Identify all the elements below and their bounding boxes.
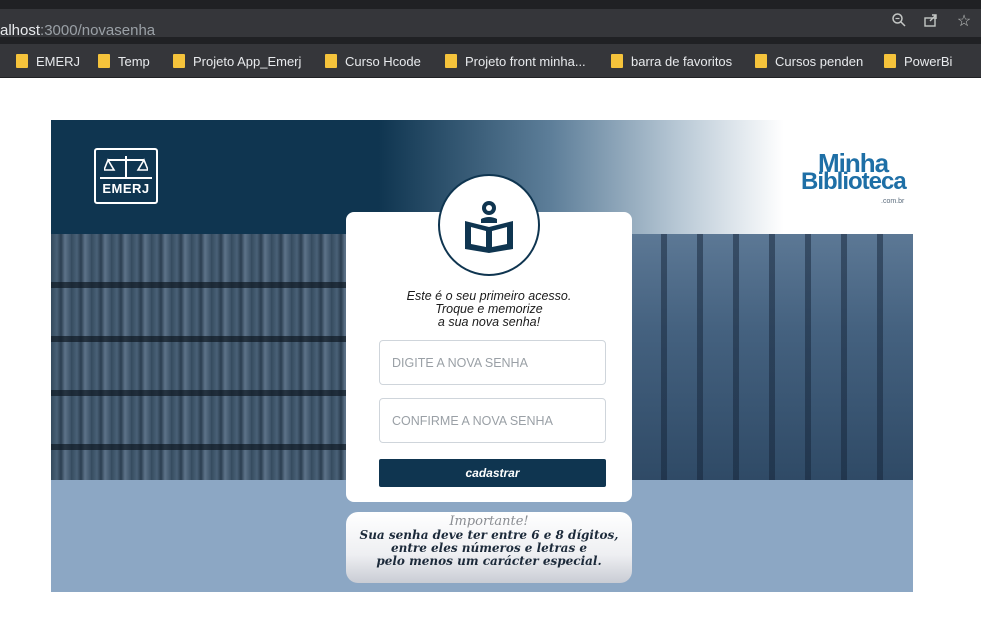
bookmark-projeto-app-emerj[interactable]: Projeto App_Emerj <box>173 52 301 70</box>
address-bar[interactable]: alhost:3000/novasenha <box>0 9 981 39</box>
new-password-input[interactable] <box>379 340 606 385</box>
url-text[interactable]: alhost:3000/novasenha <box>0 22 155 39</box>
folder-icon <box>173 54 185 68</box>
minha-biblioteca-logo: Minha Biblioteca .com.br <box>801 148 907 205</box>
first-access-message: Este é o seu primeiro acesso. Troque e m… <box>406 289 572 329</box>
folder-icon <box>325 54 337 68</box>
zoom-icon[interactable] <box>889 12 909 32</box>
folder-icon <box>445 54 457 68</box>
page-container: EMERJ Minha Biblioteca .com.br Este é o … <box>51 120 913 592</box>
bookmark-projeto-front[interactable]: Projeto front minha... <box>445 52 586 70</box>
building-image <box>631 234 913 480</box>
library-shelves-image <box>51 234 361 480</box>
browser-toolbar: alhost:3000/novasenha ☆ <box>0 0 981 44</box>
folder-icon <box>611 54 623 68</box>
bookmark-temp[interactable]: Temp <box>98 52 150 70</box>
bookmark-powerbi[interactable]: PowerBi <box>884 52 952 70</box>
bookmark-barra-favoritos[interactable]: barra de favoritos <box>611 52 732 70</box>
star-icon[interactable]: ☆ <box>954 12 974 32</box>
folder-icon <box>16 54 28 68</box>
password-form-card: Este é o seu primeiro acesso. Troque e m… <box>346 174 632 502</box>
reader-icon <box>438 174 540 276</box>
folder-icon <box>98 54 110 68</box>
bookmark-emerj[interactable]: EMERJ <box>16 52 80 70</box>
confirm-password-input[interactable] <box>379 398 606 443</box>
password-rules-notice: Importante! Sua senha deve ter entre 6 e… <box>346 512 632 583</box>
folder-icon <box>755 54 767 68</box>
share-icon[interactable] <box>921 12 941 32</box>
bookmark-curso-hcode[interactable]: Curso Hcode <box>325 52 421 70</box>
bookmarks-bar: EMERJ Temp Projeto App_Emerj Curso Hcode… <box>0 44 981 78</box>
folder-icon <box>884 54 896 68</box>
submit-button[interactable]: cadastrar <box>379 459 606 487</box>
emerj-logo: EMERJ <box>94 148 158 204</box>
bookmark-cursos-penden[interactable]: Cursos penden <box>755 52 863 70</box>
